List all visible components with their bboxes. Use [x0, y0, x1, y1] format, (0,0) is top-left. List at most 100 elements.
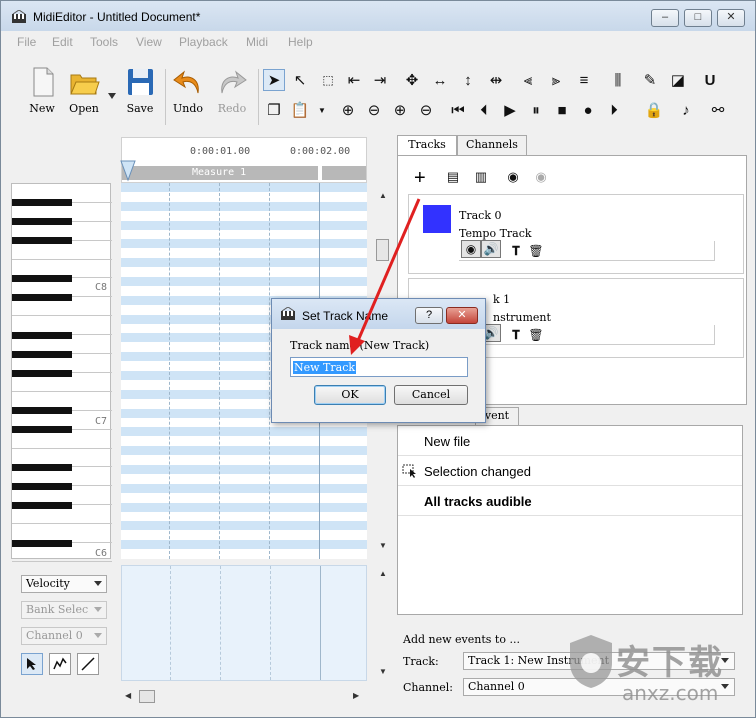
menu-help[interactable]: Help [288, 35, 313, 49]
select-mode-button[interactable] [21, 653, 43, 675]
redo-button[interactable]: Redo [209, 65, 255, 115]
play-icon[interactable]: ▶ [499, 99, 521, 121]
new-button[interactable]: New [19, 65, 65, 115]
ok-button[interactable]: OK [314, 385, 386, 405]
velocity-select[interactable]: Velocity [21, 575, 107, 593]
black-key[interactable] [12, 539, 72, 547]
black-key[interactable] [12, 199, 72, 207]
open-button[interactable]: Open [61, 65, 107, 115]
eye-icon[interactable]: ◉ [461, 240, 481, 258]
select-single-icon[interactable]: ↖ [289, 69, 311, 91]
dialog-close-button[interactable]: ✕ [446, 307, 478, 324]
bank-select-combo[interactable]: Bank Selec [21, 601, 107, 619]
move-all-icon[interactable]: ✥ [401, 69, 423, 91]
black-key[interactable] [12, 407, 72, 415]
equalize-icon[interactable]: ≡ [573, 69, 595, 91]
record-icon[interactable]: ● [577, 99, 599, 121]
select-left-icon[interactable]: ⇤ [343, 69, 365, 91]
stop-icon[interactable]: ■ [551, 99, 573, 121]
delete-track-icon[interactable]: 🗑 [525, 240, 547, 262]
open-dropdown-icon[interactable] [108, 93, 116, 99]
glue-icon[interactable]: ⫼ [607, 69, 629, 91]
copy-icon[interactable]: ❐ [263, 99, 285, 121]
menu-midi[interactable]: Midi [246, 35, 268, 49]
hide-tracks-icon[interactable]: ◉ [530, 166, 552, 188]
black-key[interactable] [12, 426, 72, 434]
timeline-ruler[interactable]: 0:00:01.00 0:00:02.00 Measure 1 [120, 137, 367, 183]
show-tracks-icon[interactable]: ◉ [502, 166, 524, 188]
track-label: Track: [403, 655, 439, 668]
horizontal-scrollbar[interactable]: ◀ ▶ [121, 689, 367, 705]
show-all-tracks-icon[interactable]: ▤ [442, 166, 464, 188]
tab-tracks[interactable]: Tracks [397, 135, 457, 156]
undo-button[interactable]: Undo [165, 65, 211, 115]
save-button[interactable]: Save [117, 65, 163, 115]
eraser-icon[interactable]: ◪ [667, 69, 689, 91]
align-right-icon[interactable]: ⫸ [545, 69, 567, 91]
rename-icon[interactable]: 𝐓 [505, 324, 527, 346]
magnet-icon[interactable]: U [699, 69, 721, 91]
cancel-button[interactable]: Cancel [394, 385, 468, 405]
pause-icon[interactable]: ⏸ [525, 99, 547, 121]
protocol-entry[interactable]: New file [398, 426, 742, 456]
line-draw-button[interactable] [77, 653, 99, 675]
select-tool-icon[interactable]: ➤ [263, 69, 285, 91]
tab-channels[interactable]: Channels [457, 135, 527, 155]
free-draw-button[interactable] [49, 653, 71, 675]
close-button[interactable]: ✕ [717, 9, 745, 27]
protocol-entry[interactable]: Selection changed [398, 456, 742, 486]
menu-file[interactable]: File [17, 35, 36, 49]
black-key[interactable] [12, 218, 72, 226]
menu-view[interactable]: View [136, 35, 162, 49]
connections-icon[interactable]: ⚯ [707, 99, 729, 121]
track-item[interactable]: Track 0 Tempo Track ◉ 🔊 𝐓 🗑 [408, 194, 744, 274]
zoom-out-vertical-icon[interactable]: ⊖ [363, 99, 385, 121]
black-key[interactable] [12, 464, 72, 471]
minimize-button[interactable]: – [651, 9, 679, 27]
channel-select-combo[interactable]: Channel 0 [21, 627, 107, 645]
move-vertical-icon[interactable]: ↕ [457, 69, 479, 91]
velocity-editor[interactable] [121, 565, 367, 681]
select-right-icon[interactable]: ⇥ [369, 69, 391, 91]
box-select-icon[interactable]: ⬚ [317, 69, 339, 91]
step-back-icon[interactable]: ⏴ [473, 99, 495, 121]
size-change-icon[interactable]: ⇹ [485, 69, 507, 91]
add-track-icon[interactable]: + [414, 168, 426, 188]
black-key[interactable] [12, 350, 72, 358]
menu-tools[interactable]: Tools [90, 35, 118, 49]
black-key[interactable] [12, 482, 72, 490]
black-key[interactable] [12, 237, 72, 245]
playhead-marker-icon[interactable] [120, 160, 136, 182]
zoom-in-horizontal-icon[interactable]: ⊕ [389, 99, 411, 121]
skip-back-icon[interactable]: ⏮ [447, 99, 469, 121]
zoom-in-vertical-icon[interactable]: ⊕ [337, 99, 359, 121]
mute-all-tracks-icon[interactable]: ▥ [470, 166, 492, 188]
move-horizontal-icon[interactable]: ↔ [429, 69, 451, 91]
paste-dropdown-icon[interactable]: ▼ [311, 99, 333, 121]
speaker-icon[interactable]: 🔊 [481, 240, 501, 258]
paste-icon[interactable]: 📋 [289, 99, 311, 121]
align-left-icon[interactable]: ⫷ [517, 69, 539, 91]
velocity-vertical-scrollbar[interactable]: ▲ ▼ [375, 565, 391, 681]
track-name-input[interactable]: New Track [290, 357, 468, 377]
menu-edit[interactable]: Edit [52, 35, 73, 49]
dialog-help-button[interactable]: ? [415, 307, 443, 324]
black-key[interactable] [12, 275, 72, 282]
title-bar: MidiEditor - Untitled Document* – □ ✕ [1, 1, 755, 31]
piano-keyboard[interactable]: C8 C7 C6 [11, 183, 112, 562]
metronome-icon[interactable]: ♪ [675, 99, 697, 121]
protocol-entry[interactable]: All tracks audible [398, 486, 742, 516]
black-key[interactable] [12, 369, 72, 377]
track-color-swatch[interactable] [423, 205, 451, 233]
menu-playback[interactable]: Playback [179, 35, 228, 49]
black-key[interactable] [12, 501, 72, 509]
black-key[interactable] [12, 331, 72, 339]
rename-icon[interactable]: 𝐓 [505, 240, 527, 262]
pencil-icon[interactable]: ✎ [639, 69, 661, 91]
delete-track-icon[interactable]: 🗑 [525, 324, 547, 346]
black-key[interactable] [12, 293, 72, 301]
forward-icon[interactable]: ⏵ [603, 99, 625, 121]
lock-icon[interactable]: 🔒 [643, 99, 665, 121]
maximize-button[interactable]: □ [684, 9, 712, 27]
zoom-out-horizontal-icon[interactable]: ⊖ [415, 99, 437, 121]
